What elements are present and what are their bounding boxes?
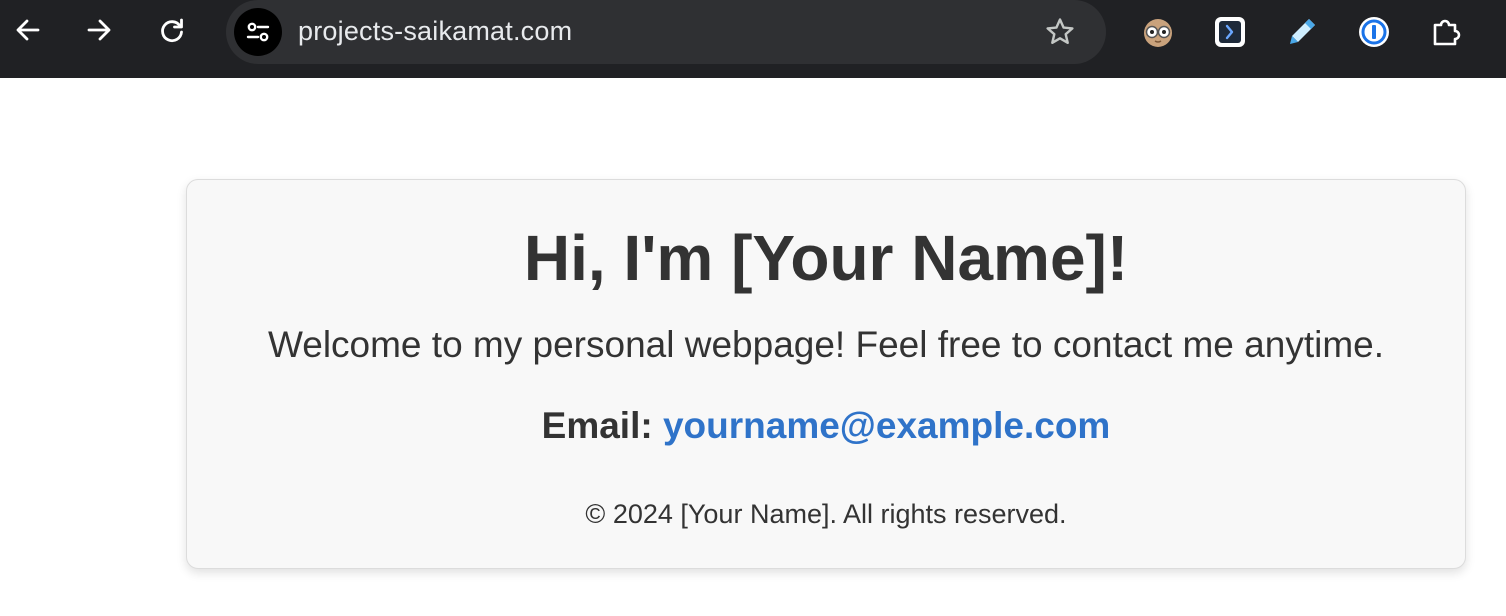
tune-icon xyxy=(246,22,270,42)
arrow-left-icon xyxy=(16,19,40,41)
star-icon xyxy=(1046,18,1074,44)
arrow-right-icon xyxy=(87,19,111,41)
page-title: Hi, I'm [Your Name]! xyxy=(523,222,1129,294)
highlighter-pen-icon xyxy=(1290,19,1315,44)
profile-card: Hi, I'm [Your Name]! Welcome to my perso… xyxy=(186,179,1466,569)
site-info-button[interactable] xyxy=(234,8,282,56)
code-bracket-icon xyxy=(1215,17,1245,47)
reload-button[interactable] xyxy=(150,8,194,52)
url-text[interactable]: projects-saikamat.com xyxy=(298,0,572,64)
extension-highlighter-button[interactable] xyxy=(1282,12,1322,52)
email-label: Email: xyxy=(541,405,653,446)
extension-owl-button[interactable] xyxy=(1138,12,1178,52)
password-manager-icon xyxy=(1359,17,1389,47)
back-button[interactable] xyxy=(6,8,50,52)
reload-icon xyxy=(161,18,183,43)
bookmark-button[interactable] xyxy=(1038,10,1082,54)
extension-password-manager-button[interactable] xyxy=(1354,12,1394,52)
email-link[interactable]: yourname@example.com xyxy=(663,405,1110,446)
copyright-text: © 2024 [Your Name]. All rights reserved. xyxy=(585,499,1067,529)
extensions-menu-button[interactable] xyxy=(1426,12,1466,52)
email-line: Email: yourname@example.com xyxy=(187,403,1465,449)
browser-toolbar: projects-saikamat.com xyxy=(0,0,1506,78)
owl-glasses-icon xyxy=(1144,19,1172,47)
puzzle-piece-icon xyxy=(1433,19,1461,46)
welcome-text: Welcome to my personal webpage! Feel fre… xyxy=(267,324,1385,365)
extension-code-button[interactable] xyxy=(1210,12,1250,52)
forward-button[interactable] xyxy=(77,8,121,52)
address-bar[interactable]: projects-saikamat.com xyxy=(226,0,1106,64)
